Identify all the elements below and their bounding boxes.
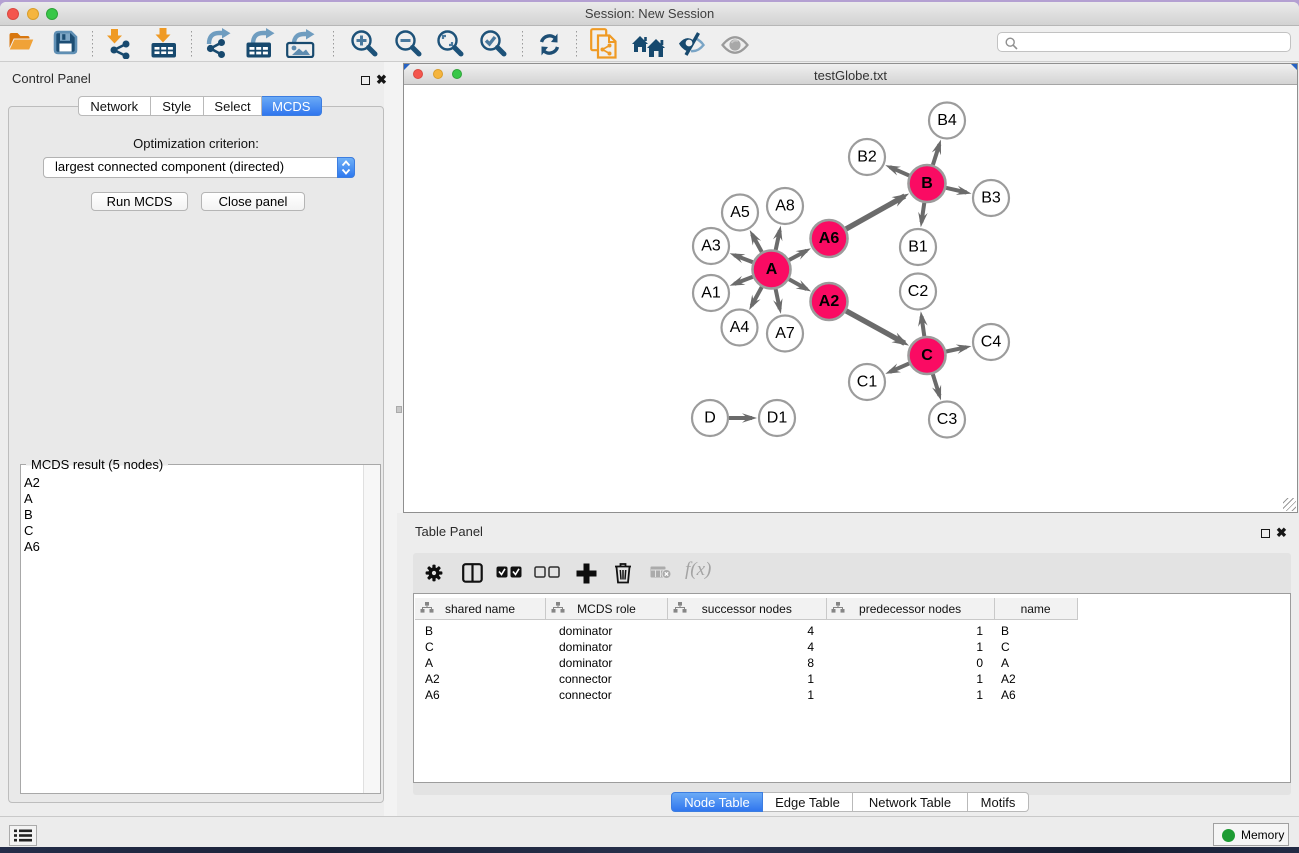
svg-text:B3: B3 bbox=[981, 189, 1001, 206]
svg-text:A4: A4 bbox=[730, 319, 750, 336]
svg-text:C3: C3 bbox=[937, 411, 958, 428]
svg-text:A8: A8 bbox=[775, 197, 795, 214]
svg-text:A2: A2 bbox=[819, 293, 840, 310]
svg-text:C: C bbox=[921, 347, 933, 364]
svg-text:A3: A3 bbox=[701, 237, 721, 254]
svg-text:B1: B1 bbox=[908, 238, 928, 255]
svg-text:B2: B2 bbox=[857, 148, 877, 165]
svg-text:C2: C2 bbox=[908, 283, 929, 300]
svg-text:A5: A5 bbox=[730, 204, 750, 221]
svg-text:B4: B4 bbox=[937, 112, 957, 129]
svg-text:D: D bbox=[704, 409, 716, 426]
svg-text:D1: D1 bbox=[767, 409, 788, 426]
svg-text:B: B bbox=[921, 175, 933, 192]
svg-text:C1: C1 bbox=[857, 373, 878, 390]
svg-text:A: A bbox=[766, 261, 778, 278]
svg-text:A7: A7 bbox=[775, 325, 795, 342]
svg-text:A1: A1 bbox=[701, 284, 721, 301]
svg-text:A6: A6 bbox=[819, 230, 840, 247]
svg-text:C4: C4 bbox=[981, 333, 1002, 350]
